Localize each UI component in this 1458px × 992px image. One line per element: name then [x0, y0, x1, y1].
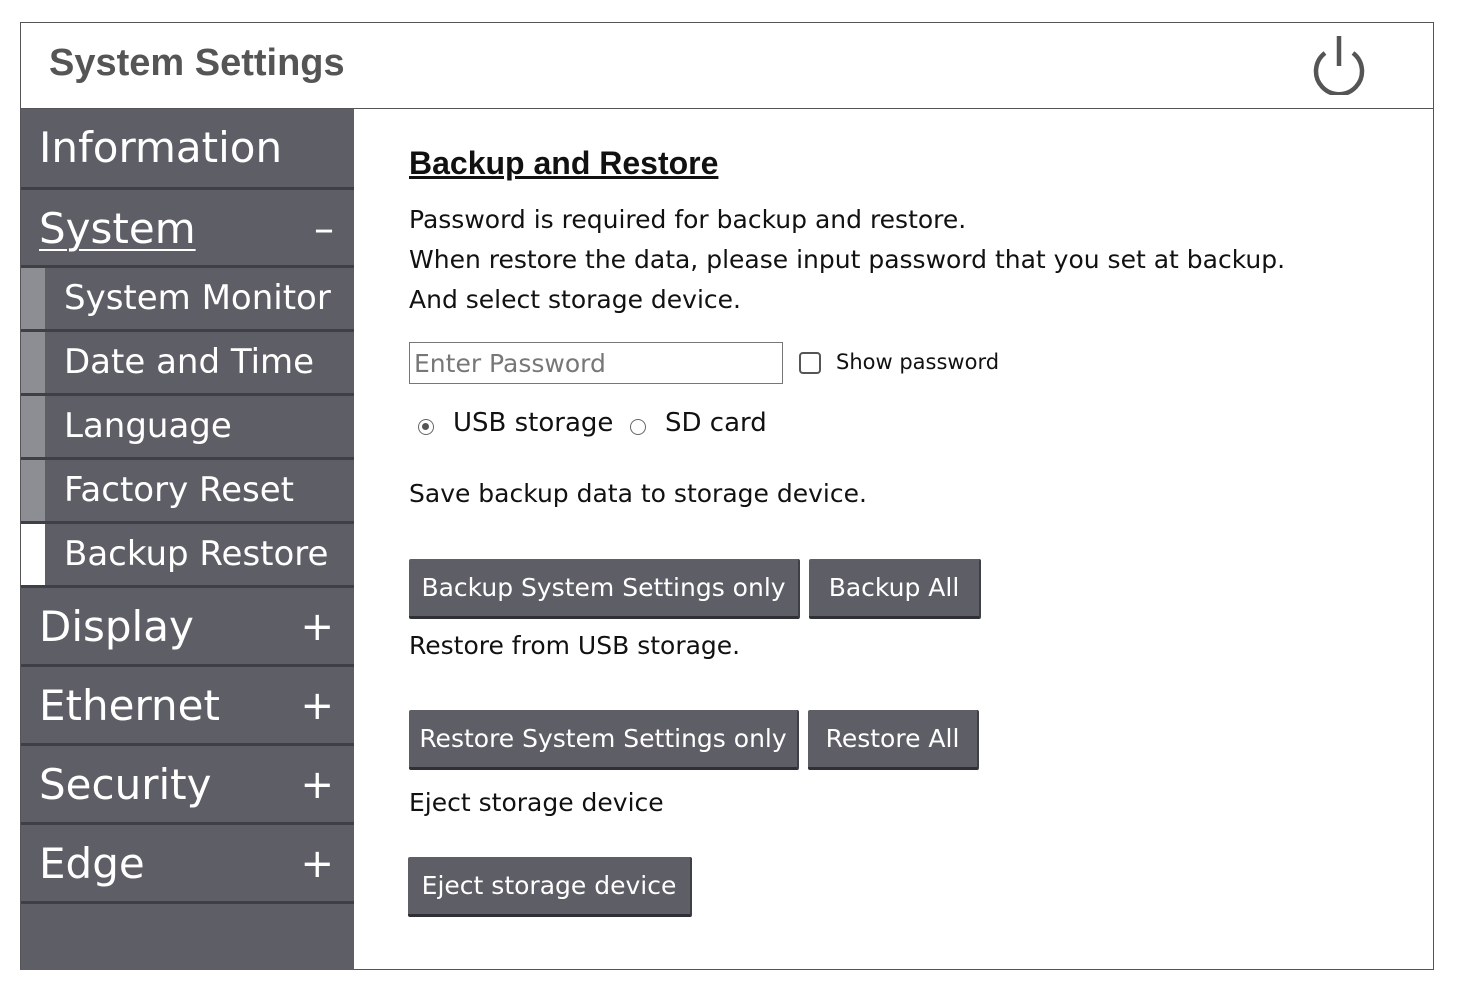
sidebar-subitem-system-monitor[interactable]: System Monitor [21, 268, 354, 332]
backup-system-settings-button[interactable]: Backup System Settings only [409, 559, 800, 619]
main-content: Backup and Restore Password is required … [354, 109, 1433, 970]
active-indicator [21, 524, 45, 585]
intro-line: And select storage device. [409, 285, 741, 314]
backup-description: Save backup data to storage device. [409, 479, 867, 508]
sidebar-subitem-factory-reset[interactable]: Factory Reset [21, 460, 354, 524]
expand-icon: + [300, 604, 334, 650]
sidebar-subitem-label: Date and Time [64, 342, 315, 382]
sidebar-item-label: System [39, 204, 196, 253]
sidebar-subitem-language[interactable]: Language [21, 396, 354, 460]
expand-icon: + [300, 841, 334, 887]
settings-window: System Settings Information System – Sys… [20, 22, 1434, 970]
power-icon[interactable] [1309, 33, 1369, 97]
intro-line: When restore the data, please input pass… [409, 245, 1286, 274]
restore-system-settings-button[interactable]: Restore System Settings only [409, 710, 799, 770]
indent-bar [21, 460, 45, 521]
sidebar-item-information[interactable]: Information [21, 109, 354, 190]
eject-description: Eject storage device [409, 788, 664, 817]
restore-description: Restore from USB storage. [409, 631, 741, 660]
sidebar-item-label: Security [39, 760, 212, 809]
sidebar-item-display[interactable]: Display + [21, 588, 354, 667]
eject-storage-button[interactable]: Eject storage device [408, 857, 692, 917]
sidebar-item-label: Edge [39, 839, 145, 888]
sidebar-subitem-date-and-time[interactable]: Date and Time [21, 332, 354, 396]
expand-icon: + [300, 762, 334, 808]
backup-all-button[interactable]: Backup All [809, 559, 981, 619]
sidebar-subitem-backup-restore[interactable]: Backup Restore [21, 524, 354, 588]
section-title: Backup and Restore [409, 145, 719, 181]
sidebar-item-label: Display [39, 602, 194, 651]
sidebar-subitem-label: System Monitor [64, 278, 331, 318]
expand-icon: + [300, 683, 334, 729]
collapse-icon: – [314, 206, 334, 252]
intro-line: Password is required for backup and rest… [409, 205, 967, 234]
header: System Settings [21, 23, 1433, 109]
usb-storage-radio[interactable] [418, 419, 434, 435]
sidebar-subitem-label: Backup Restore [64, 534, 329, 574]
indent-bar [21, 268, 45, 329]
usb-storage-label: USB storage [453, 408, 614, 438]
show-password-label: Show password [836, 350, 1000, 374]
sidebar-subitem-label: Factory Reset [64, 470, 294, 510]
sidebar-item-system[interactable]: System – [21, 190, 354, 268]
sidebar-item-edge[interactable]: Edge + [21, 825, 354, 904]
show-password-checkbox[interactable] [799, 352, 821, 374]
sidebar-item-label: Information [39, 123, 283, 172]
sidebar: Information System – System Monitor Date… [21, 109, 354, 970]
indent-bar [21, 332, 45, 393]
sidebar-subitem-label: Language [64, 406, 232, 446]
sd-card-label: SD card [665, 408, 767, 438]
sidebar-item-ethernet[interactable]: Ethernet + [21, 667, 354, 746]
sidebar-item-label: Ethernet [39, 681, 220, 730]
password-input[interactable] [409, 342, 783, 384]
page-title: System Settings [49, 42, 345, 84]
restore-all-button[interactable]: Restore All [808, 710, 979, 770]
sidebar-item-security[interactable]: Security + [21, 746, 354, 825]
indent-bar [21, 396, 45, 457]
sd-card-radio[interactable] [630, 419, 646, 435]
